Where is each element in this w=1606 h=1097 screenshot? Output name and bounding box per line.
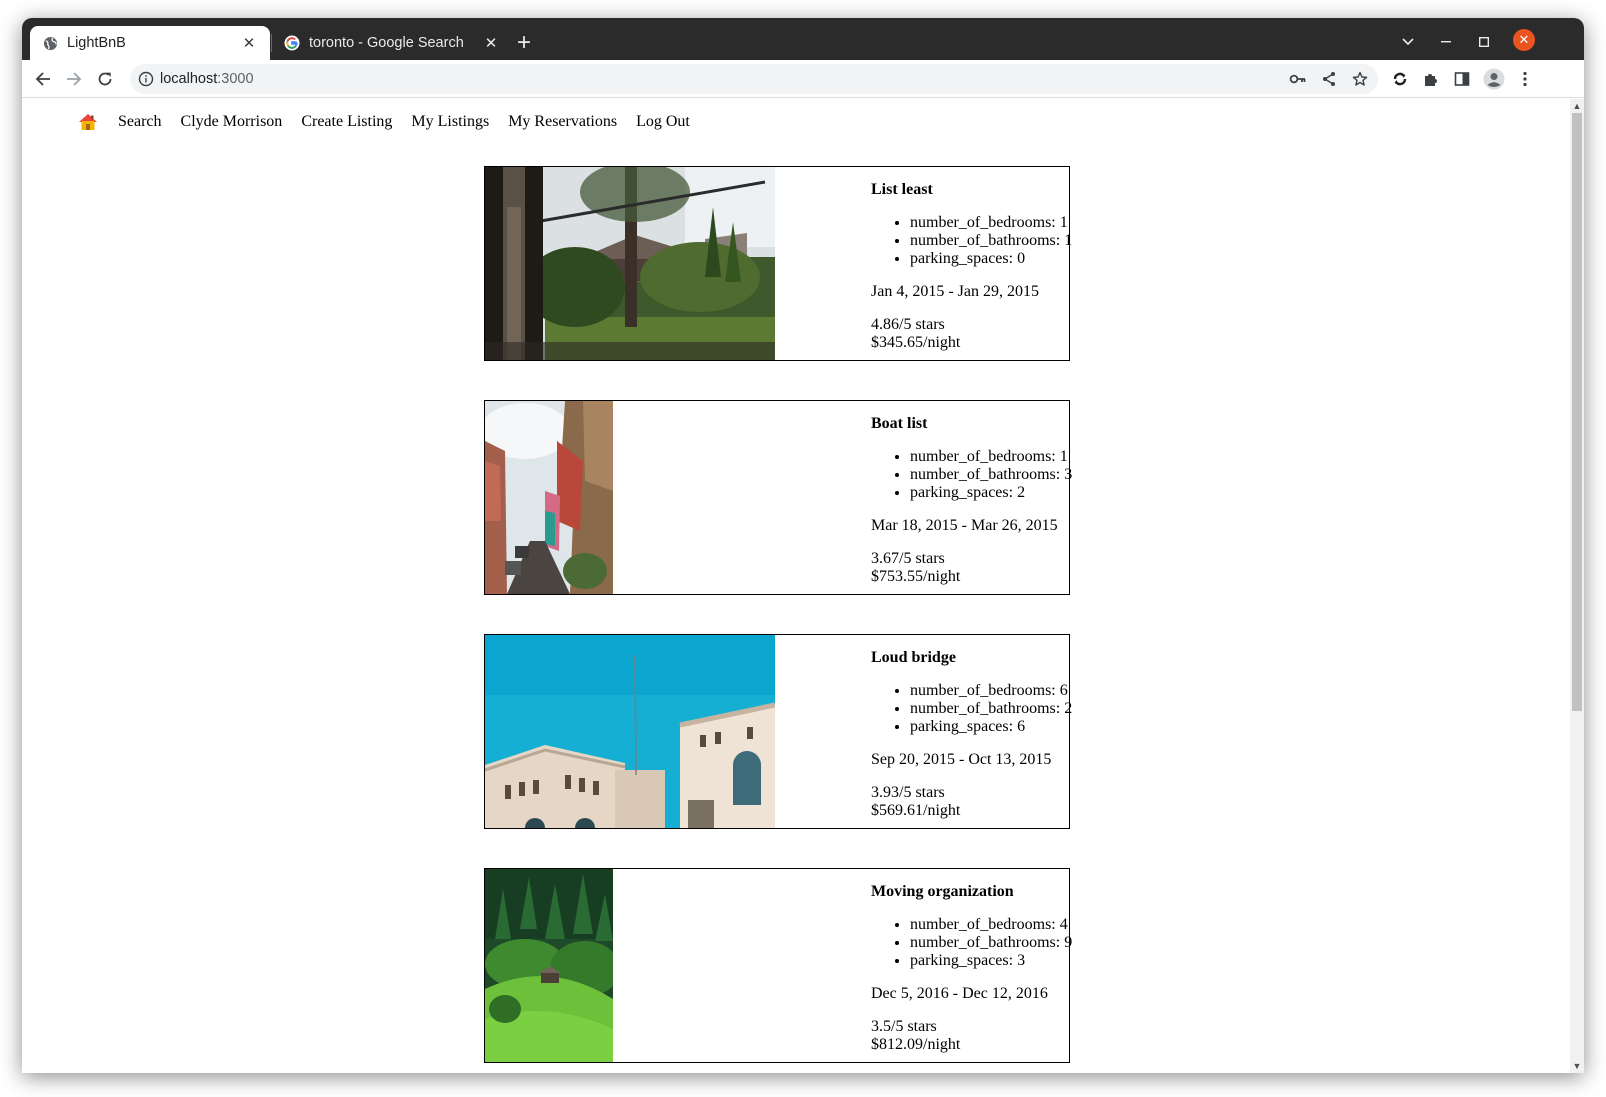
nav-my-listings-link[interactable]: My Listings bbox=[411, 113, 489, 131]
side-panel-icon[interactable] bbox=[1448, 65, 1476, 93]
scroll-up-arrow-icon[interactable]: ▲ bbox=[1570, 99, 1584, 113]
url-host: localhost bbox=[160, 71, 218, 87]
listing-detail-bedrooms: number_of_bedrooms: 1 bbox=[910, 214, 1071, 232]
reload-icon[interactable] bbox=[91, 65, 119, 93]
listing-details: number_of_bedrooms: 6 number_of_bathroom… bbox=[871, 682, 1072, 736]
listing-detail-bathrooms: number_of_bathrooms: 9 bbox=[910, 934, 1072, 952]
globe-icon bbox=[42, 35, 58, 51]
browser-toolbar: localhost:3000 bbox=[22, 60, 1584, 98]
listing-card: Boat list number_of_bedrooms: 1 number_o… bbox=[484, 400, 1072, 595]
share-icon[interactable] bbox=[1319, 69, 1339, 89]
listing-details: number_of_bedrooms: 1 number_of_bathroom… bbox=[871, 214, 1072, 268]
listing-info: Loud bridge number_of_bedrooms: 6 number… bbox=[871, 649, 1072, 820]
listing-photo-white-building bbox=[485, 635, 775, 828]
listing-price: $753.55/night bbox=[871, 568, 961, 585]
nav-my-reservations-link[interactable]: My Reservations bbox=[508, 113, 617, 131]
listing-detail-bedrooms: number_of_bedrooms: 4 bbox=[910, 916, 1071, 934]
menu-kebab-icon[interactable] bbox=[1511, 65, 1539, 93]
extensions-puzzle-icon[interactable] bbox=[1417, 65, 1445, 93]
bookmark-star-icon[interactable] bbox=[1350, 69, 1370, 89]
listing-detail-bedrooms: number_of_bedrooms: 1 bbox=[910, 448, 1071, 466]
listing-info: List least number_of_bedrooms: 1 number_… bbox=[871, 181, 1072, 352]
nav-log-out-link[interactable]: Log Out bbox=[636, 113, 690, 131]
listing-card: List least number_of_bedrooms: 1 number_… bbox=[484, 166, 1072, 361]
listing-detail-bedrooms: number_of_bedrooms: 6 bbox=[910, 682, 1071, 700]
tab-google-search[interactable]: toronto - Google Search ✕ bbox=[272, 26, 512, 60]
minimize-icon[interactable] bbox=[1434, 30, 1458, 54]
listing-detail-bathrooms: number_of_bathrooms: 2 bbox=[910, 700, 1072, 718]
tab-title: LightBnB bbox=[67, 35, 126, 51]
listing-title: Loud bridge bbox=[871, 649, 956, 666]
nav-search-link[interactable]: Search bbox=[118, 113, 162, 131]
listing-title: List least bbox=[871, 181, 933, 198]
google-icon bbox=[284, 35, 300, 51]
listing-rating: 3.93/5 stars bbox=[871, 784, 945, 801]
listing-photo-garden-house bbox=[485, 167, 775, 360]
nav-create-listing-link[interactable]: Create Listing bbox=[301, 113, 392, 131]
address-bar[interactable]: localhost:3000 bbox=[130, 64, 1378, 94]
listing-detail-parking: parking_spaces: 6 bbox=[910, 718, 1071, 736]
listing-info: Moving organization number_of_bedrooms: … bbox=[871, 883, 1072, 1054]
listing-details: number_of_bedrooms: 4 number_of_bathroom… bbox=[871, 916, 1072, 970]
close-tab-icon[interactable]: ✕ bbox=[240, 34, 258, 52]
tab-title: toronto - Google Search bbox=[309, 35, 464, 51]
close-window-icon[interactable]: ✕ bbox=[1513, 29, 1535, 51]
key-icon[interactable] bbox=[1288, 69, 1308, 89]
listing-photo-green-hillside bbox=[485, 869, 613, 1062]
listing-price: $345.65/night bbox=[871, 334, 961, 351]
listing-detail-parking: parking_spaces: 3 bbox=[910, 952, 1071, 970]
maximize-icon[interactable] bbox=[1472, 30, 1496, 54]
listing-photo-colorful-street bbox=[485, 401, 613, 594]
back-icon[interactable] bbox=[29, 65, 57, 93]
listing-title: Moving organization bbox=[871, 883, 1014, 900]
listing-detail-bathrooms: number_of_bathrooms: 3 bbox=[910, 466, 1072, 484]
listing-dates: Sep 20, 2015 - Oct 13, 2015 bbox=[871, 751, 1052, 768]
listing-detail-parking: parking_spaces: 0 bbox=[910, 250, 1071, 268]
listing-rating: 4.86/5 stars bbox=[871, 316, 945, 333]
listing-dates: Dec 5, 2016 - Dec 12, 2016 bbox=[871, 985, 1048, 1002]
nav-user-name-link[interactable]: Clyde Morrison bbox=[181, 113, 283, 131]
info-icon[interactable] bbox=[138, 71, 154, 87]
listing-info: Boat list number_of_bedrooms: 1 number_o… bbox=[871, 415, 1072, 586]
scroll-down-arrow-icon[interactable]: ▼ bbox=[1570, 1059, 1584, 1073]
listing-details: number_of_bedrooms: 1 number_of_bathroom… bbox=[871, 448, 1072, 502]
tab-search-icon[interactable] bbox=[1396, 30, 1420, 54]
listing-detail-bathrooms: number_of_bathrooms: 1 bbox=[910, 232, 1072, 250]
listing-card: Moving organization number_of_bedrooms: … bbox=[484, 868, 1072, 1063]
tab-lightbnb[interactable]: LightBnB ✕ bbox=[30, 26, 270, 60]
listing-price: $812.09/night bbox=[871, 1036, 961, 1053]
site-nav: Search Clyde Morrison Create Listing My … bbox=[78, 109, 709, 135]
home-logo-icon[interactable] bbox=[78, 112, 98, 132]
tab-strip: LightBnB ✕ toronto - Google Search ✕ + ✕ bbox=[22, 18, 1584, 60]
listing-detail-parking: parking_spaces: 2 bbox=[910, 484, 1071, 502]
listing-rating: 3.67/5 stars bbox=[871, 550, 945, 567]
listing-card: Loud bridge number_of_bedrooms: 6 number… bbox=[484, 634, 1072, 829]
page-content: Search Clyde Morrison Create Listing My … bbox=[22, 99, 1584, 1073]
listing-title: Boat list bbox=[871, 415, 928, 432]
close-tab-icon[interactable]: ✕ bbox=[482, 34, 500, 52]
listing-dates: Mar 18, 2015 - Mar 26, 2015 bbox=[871, 517, 1058, 534]
page-scrollbar[interactable]: ▲ ▼ bbox=[1570, 99, 1584, 1073]
url-text: localhost:3000 bbox=[160, 71, 254, 87]
listing-dates: Jan 4, 2015 - Jan 29, 2015 bbox=[871, 283, 1039, 300]
browser-window: LightBnB ✕ toronto - Google Search ✕ + ✕… bbox=[22, 18, 1584, 1073]
listing-rating: 3.5/5 stars bbox=[871, 1018, 937, 1035]
sync-extension-icon[interactable] bbox=[1386, 65, 1414, 93]
forward-icon[interactable] bbox=[60, 65, 88, 93]
listing-price: $569.61/night bbox=[871, 802, 961, 819]
new-tab-icon[interactable]: + bbox=[510, 30, 538, 58]
url-port: :3000 bbox=[217, 71, 254, 87]
profile-avatar-icon[interactable] bbox=[1480, 65, 1508, 93]
scrollbar-thumb[interactable] bbox=[1572, 113, 1582, 711]
